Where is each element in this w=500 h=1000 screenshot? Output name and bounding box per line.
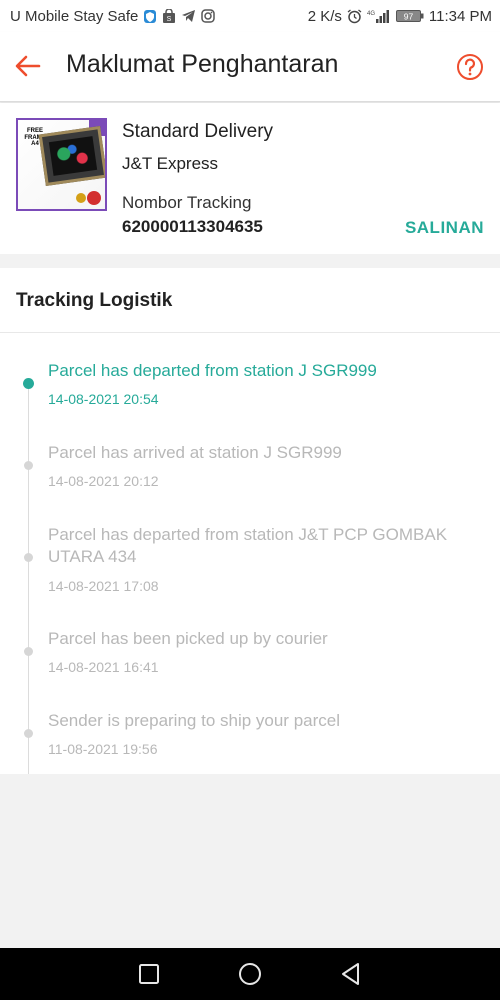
delivery-card: FREE FRAME A4 Standard Delivery J&T Expr… <box>0 103 500 254</box>
shopping-bag-icon: S <box>162 8 176 24</box>
thumbnail-seal <box>76 193 86 203</box>
event-description: Parcel has arrived at station J SGR999 <box>48 443 342 462</box>
event-timestamp: 14-08-2021 20:12 <box>48 473 159 489</box>
event-description: Parcel has departed from station J&T PCP… <box>48 525 448 566</box>
home-button[interactable] <box>237 961 263 987</box>
network-speed: 2 K/s <box>307 7 342 25</box>
event-description: Parcel has departed from station J SGR99… <box>48 361 377 380</box>
product-thumbnail[interactable]: FREE FRAME A4 <box>16 118 107 211</box>
clock: 11:34 PM <box>428 7 492 25</box>
status-bar-left: U Mobile Stay Safe S <box>10 7 216 25</box>
event-description: Sender is preparing to ship your parcel <box>48 711 340 730</box>
timeline-dot-active <box>23 378 34 389</box>
courier-name: J&T Express <box>122 154 219 173</box>
page-title: Maklumat Penghantaran <box>66 50 339 78</box>
frame-image <box>38 125 105 187</box>
status-bar: U Mobile Stay Safe S 2 K/s 4G 97 11:34 P… <box>0 0 500 32</box>
recent-apps-icon <box>139 964 159 984</box>
copy-tracking-button[interactable]: SALINAN <box>405 218 484 238</box>
arrow-left-icon <box>15 55 41 77</box>
event-timestamp: 14-08-2021 20:54 <box>48 391 159 407</box>
tracking-number-label: Nombor Tracking <box>122 193 252 212</box>
svg-text:S: S <box>167 16 172 23</box>
timeline-dot <box>24 647 33 656</box>
home-icon <box>239 963 261 985</box>
system-nav-bar <box>0 948 500 1000</box>
status-bar-right: 2 K/s 4G 97 11:34 PM <box>308 8 492 25</box>
carrier-name: U Mobile Stay Safe <box>10 7 139 25</box>
battery-icon: 97 <box>395 9 424 23</box>
back-icon <box>342 963 359 985</box>
back-button[interactable] <box>14 52 42 80</box>
tracking-number: 620000113304635 <box>122 217 263 236</box>
help-circle-icon <box>457 54 483 80</box>
signal-icon: 4G <box>367 9 391 24</box>
event-timestamp: 11-08-2021 19:56 <box>48 741 158 757</box>
tracking-section: Tracking Logistik Parcel has departed fr… <box>0 268 500 774</box>
system-back-button[interactable] <box>338 961 364 987</box>
thumbnail-badge <box>87 191 101 205</box>
timeline-line <box>28 380 29 774</box>
event-description: Parcel has been picked up by courier <box>48 629 328 648</box>
timeline-dot <box>24 461 33 470</box>
battery-level: 97 <box>404 12 414 22</box>
recent-apps-button[interactable] <box>136 961 162 987</box>
delivery-service: Standard Delivery <box>122 121 274 142</box>
instagram-icon <box>201 9 216 23</box>
timeline-dot <box>24 553 33 562</box>
telegram-icon <box>181 9 196 23</box>
network-type: 4G <box>367 11 375 17</box>
help-button[interactable] <box>456 53 484 81</box>
event-timestamp: 14-08-2021 17:08 <box>48 578 159 594</box>
tracking-section-title: Tracking Logistik <box>16 290 173 311</box>
app-header: Maklumat Penghantaran <box>0 32 500 102</box>
shield-icon <box>143 9 157 24</box>
alarm-icon <box>347 8 362 24</box>
section-divider <box>0 332 500 333</box>
timeline-dot <box>24 729 33 738</box>
event-timestamp: 14-08-2021 16:41 <box>48 659 159 675</box>
